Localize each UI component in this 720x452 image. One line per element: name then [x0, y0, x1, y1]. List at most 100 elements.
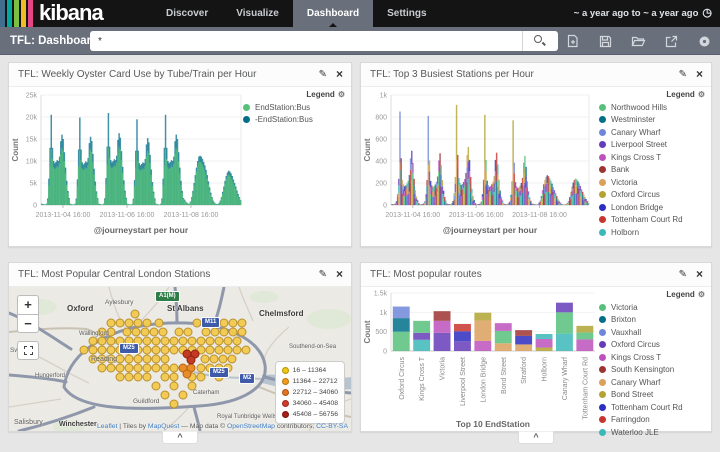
route-bar-segment[interactable] — [536, 334, 553, 339]
station-dot[interactable] — [143, 319, 151, 327]
station-dot[interactable] — [143, 346, 151, 354]
route-bar-segment[interactable] — [556, 334, 573, 351]
station-dot[interactable] — [134, 364, 142, 372]
close-panel-icon[interactable]: × — [696, 263, 703, 286]
station-dot[interactable] — [170, 400, 178, 408]
station-dot[interactable] — [152, 382, 160, 390]
station-dot[interactable] — [107, 337, 115, 345]
legend-item[interactable]: Liverpool Street — [599, 139, 707, 152]
station-dot[interactable] — [188, 337, 196, 345]
station-dot[interactable] — [220, 328, 228, 336]
station-dot[interactable] — [116, 319, 124, 327]
station-dot[interactable] — [224, 337, 232, 345]
station-dot[interactable] — [188, 382, 196, 390]
save-dashboard-button[interactable] — [597, 33, 613, 49]
kibana-logo[interactable]: kibana — [0, 0, 103, 27]
station-dot[interactable] — [202, 328, 210, 336]
tab-discover[interactable]: Discover — [152, 0, 222, 27]
edit-panel-icon[interactable]: ✎ — [679, 263, 687, 286]
legend-item[interactable]: EndStation:Bus — [243, 101, 347, 114]
route-bar-segment[interactable] — [474, 313, 491, 321]
legend-item[interactable]: -EndStation:Bus — [243, 114, 347, 127]
station-dot[interactable] — [143, 355, 151, 363]
map-zoom-out-button[interactable]: − — [17, 314, 39, 333]
share-dashboard-button[interactable] — [663, 33, 679, 49]
attribution-link[interactable]: OpenStreetMap — [227, 423, 275, 430]
legend-item[interactable]: Waterloo JLE — [599, 426, 707, 439]
station-dot[interactable] — [201, 355, 209, 363]
station-dot[interactable] — [206, 337, 214, 345]
station-dot[interactable] — [220, 319, 228, 327]
station-dot[interactable] — [107, 346, 115, 354]
station-dot[interactable] — [161, 391, 169, 399]
station-dot[interactable] — [89, 346, 97, 354]
station-dot[interactable] — [143, 364, 151, 372]
station-dot[interactable] — [134, 319, 142, 327]
collapse-row-button[interactable]: ^ — [518, 431, 554, 444]
station-dot[interactable] — [224, 346, 232, 354]
station-dot[interactable] — [125, 319, 133, 327]
route-bar-segment[interactable] — [576, 339, 593, 351]
station-dot[interactable] — [116, 355, 124, 363]
legend-item[interactable]: Westminster — [599, 114, 707, 127]
station-dot[interactable] — [184, 328, 192, 336]
legend-item[interactable]: Brixton — [599, 314, 707, 327]
london-tile-map[interactable]: AylesburyOxfordSt AlbansChelmsfordWallin… — [9, 287, 351, 431]
attribution-link[interactable]: Leaflet — [97, 423, 117, 430]
station-dot[interactable] — [206, 346, 214, 354]
station-dot[interactable] — [161, 373, 169, 381]
legend-item[interactable]: Tottenham Court Rd — [599, 214, 707, 227]
tab-visualize[interactable]: Visualize — [222, 0, 293, 27]
station-dot[interactable] — [197, 364, 205, 372]
route-bar-segment[interactable] — [474, 320, 491, 340]
station-dot[interactable] — [132, 328, 140, 336]
route-bar-segment[interactable] — [454, 331, 471, 341]
route-bar-segment[interactable] — [556, 303, 573, 313]
station-dot[interactable] — [152, 364, 160, 372]
legend-item[interactable]: Farringdon — [599, 414, 707, 427]
load-dashboard-button[interactable] — [630, 33, 646, 49]
station-dot[interactable] — [125, 364, 133, 372]
time-range-picker[interactable]: ~ a year ago to ~ a year ago◷ — [574, 0, 712, 27]
station-dot[interactable] — [116, 364, 124, 372]
station-dot[interactable] — [98, 364, 106, 372]
search-input[interactable] — [90, 31, 522, 51]
legend-item[interactable]: Holborn — [599, 226, 707, 239]
route-bar-segment[interactable] — [434, 321, 451, 333]
tab-settings[interactable]: Settings — [373, 0, 440, 27]
edit-panel-icon[interactable]: ✎ — [319, 263, 327, 286]
station-dot[interactable] — [107, 364, 115, 372]
close-panel-icon[interactable]: × — [336, 63, 343, 86]
route-bar-segment[interactable] — [495, 323, 512, 331]
station-dot[interactable] — [143, 337, 151, 345]
route-bar-segment[interactable] — [434, 311, 451, 321]
station-dot[interactable] — [175, 328, 183, 336]
edit-panel-icon[interactable]: ✎ — [679, 63, 687, 86]
oyster-histogram-chart[interactable]: 05k10k15k20k25k2013-11-04 16:002013-11-0… — [9, 87, 249, 245]
station-dot[interactable] — [89, 337, 97, 345]
legend-item[interactable]: Bond Street — [599, 389, 707, 402]
legend-item[interactable]: Vauxhall — [599, 326, 707, 339]
station-dot[interactable] — [134, 355, 142, 363]
close-panel-icon[interactable]: × — [696, 63, 703, 86]
station-dot[interactable] — [161, 346, 169, 354]
station-dot[interactable] — [98, 337, 106, 345]
station-dot[interactable] — [116, 373, 124, 381]
station-dot[interactable] — [210, 355, 218, 363]
station-dot[interactable] — [197, 373, 205, 381]
station-dot[interactable] — [229, 328, 237, 336]
legend-item[interactable]: Northwood Hills — [599, 101, 707, 114]
legend-item[interactable]: Canary Wharf — [599, 126, 707, 139]
map-zoom-in-button[interactable]: + — [17, 295, 39, 314]
route-bar-segment[interactable] — [474, 341, 491, 351]
route-bar-segment[interactable] — [454, 341, 471, 351]
station-dot[interactable] — [125, 373, 133, 381]
station-dot[interactable] — [215, 337, 223, 345]
map-draw-filter-button[interactable] — [17, 341, 39, 360]
station-dot[interactable] — [141, 328, 149, 336]
station-dot[interactable] — [143, 373, 151, 381]
legend-gear-icon[interactable]: ⚙ — [338, 90, 345, 99]
attribution-link[interactable]: CC-BY-SA — [316, 423, 348, 430]
legend-item[interactable]: Victoria — [599, 176, 707, 189]
station-dot[interactable] — [170, 337, 178, 345]
